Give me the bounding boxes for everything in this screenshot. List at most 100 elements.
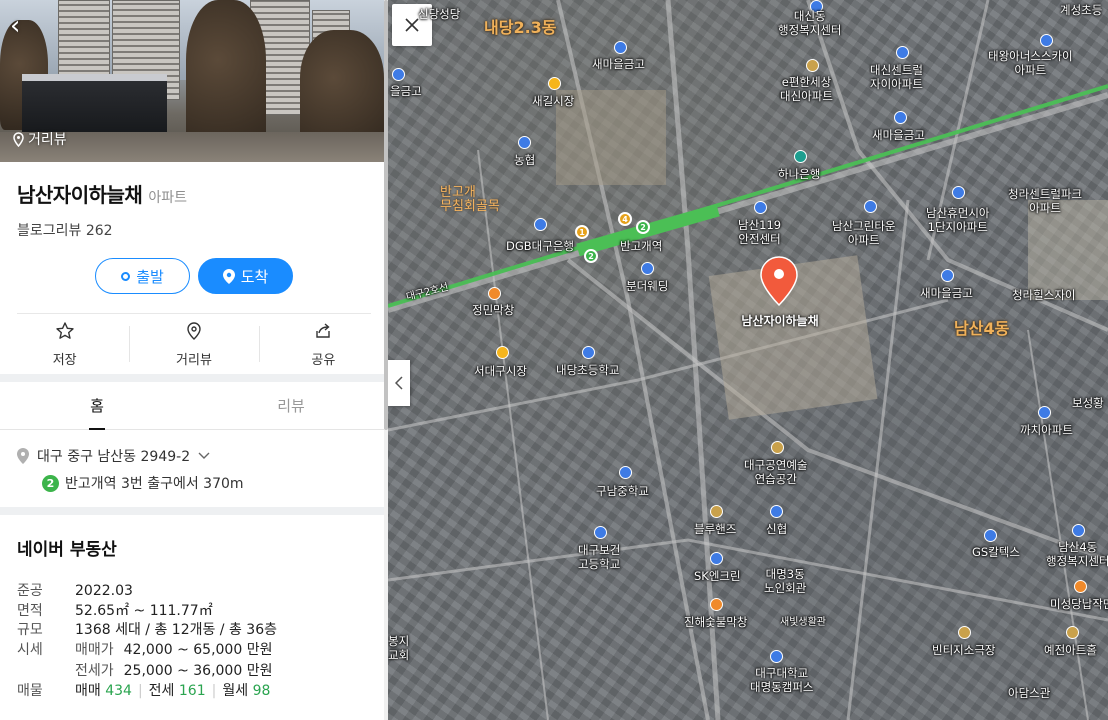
building-entrance (22, 74, 167, 136)
poi-icon (1066, 626, 1079, 639)
poi-icon (770, 505, 783, 518)
subway-row: 2 반고개역 3번 출구에서 370m (42, 473, 371, 493)
station-marker[interactable]: 2 (584, 249, 598, 263)
map-label[interactable]: 새마을금고 (872, 128, 925, 142)
map-label[interactable]: 대명3동 노인회관 (764, 567, 806, 595)
route-start-button[interactable]: 출발 (95, 258, 190, 294)
scale-label: 규모 (17, 622, 43, 638)
place-detail-panel: ‹ 거리뷰 남산자이하늘채 아파트 블로그리뷰 262 출발 도착 저장 거리뷰… (0, 0, 388, 720)
share-button[interactable]: 공유 (258, 314, 388, 374)
map-label[interactable]: 신협 (766, 522, 787, 536)
map-label[interactable]: 대신동 행정복지센터 (778, 9, 841, 37)
collapse-panel-button[interactable] (388, 360, 410, 406)
chevron-down-icon (198, 452, 210, 459)
map-label[interactable]: e편한세상 대신아파트 (780, 75, 833, 103)
real-estate-title[interactable]: 네이버 부동산 (17, 535, 371, 560)
selected-place-label[interactable]: 남산자이하늘채 (732, 312, 828, 329)
poi-icon (864, 200, 877, 213)
map-label[interactable]: 농협 (514, 153, 535, 167)
listing-jeonse-label: 전세 (148, 682, 175, 699)
station-marker[interactable]: 4 (618, 212, 632, 226)
map-label[interactable]: 계성초등 (1060, 3, 1102, 17)
poi-icon (392, 68, 405, 81)
action-bar: 저장 거리뷰 공유 (0, 314, 388, 374)
map-label[interactable]: 구남중학교 (596, 484, 649, 498)
area-label: 면적 (17, 602, 43, 619)
map-label[interactable]: 서대구시장 (474, 364, 527, 378)
station-marker[interactable]: 2 (636, 220, 650, 234)
map-label[interactable]: 빈티지소극장 (932, 643, 995, 657)
sale-price-label: 매매가 (75, 641, 114, 658)
place-category: 아파트 (148, 190, 187, 206)
map-label[interactable]: 청라센트럴파크 아파트 (1008, 187, 1082, 215)
map-label[interactable]: 대구공연예술 연습공간 (744, 458, 807, 486)
map-label[interactable]: 새마을금고 (920, 286, 973, 300)
poi-icon (1074, 580, 1087, 593)
real-estate-section: 네이버 부동산 준공 2022.03 면적 52.65㎡ ~ 111.77㎡ 규모 1… (0, 515, 388, 701)
map-label[interactable]: 새길시장 (532, 94, 574, 108)
map-label[interactable]: 예전아트홀 (1044, 643, 1097, 657)
place-photo[interactable]: ‹ 거리뷰 (0, 0, 384, 162)
map-label[interactable]: 정민막창 (472, 303, 514, 317)
street-view-badge[interactable]: 거리뷰 (12, 129, 67, 149)
poi-icon (806, 59, 819, 72)
area-value: 52.65㎡ ~ 111.77㎡ (75, 602, 213, 619)
map-label[interactable]: 대신센트럴 자이아파트 (870, 63, 923, 91)
poi-icon (1040, 34, 1053, 47)
poi-icon (548, 77, 561, 90)
built-label: 준공 (17, 583, 43, 599)
map-label[interactable]: 남산4동 행정복지센터 (1046, 540, 1108, 568)
save-button[interactable]: 저장 (0, 314, 129, 374)
poi-icon (518, 136, 531, 149)
map-label[interactable]: 진해숯불막창 (684, 615, 747, 629)
map-label[interactable]: 대구보건 고등학교 (578, 543, 620, 571)
map-label[interactable]: 남산그린타운 아파트 (832, 219, 895, 247)
blog-review-count[interactable]: 블로그리뷰 262 (17, 220, 371, 240)
market-label: 반고개 무침회골목 (440, 185, 500, 214)
address-row[interactable]: 대구 중구 남산동 2949-2 (17, 446, 371, 466)
satellite-map[interactable]: 내당2.3동 남산4동 반고개 무침회골목 대구2호선 1 4 2 2 계성초등… (388, 0, 1108, 720)
map-label[interactable]: 태왕아너스스카이 아파트 (988, 49, 1073, 77)
map-label[interactable]: 분더웨딩 (626, 279, 668, 293)
map-label[interactable]: 신당성당 (418, 7, 460, 21)
listing-label: 매물 (17, 682, 43, 699)
listing-counts[interactable]: 매매 434 | 전세 161 | 월세 98 (75, 682, 270, 702)
map-label[interactable]: 보성황 (1072, 396, 1104, 410)
map-label[interactable]: 을금고 (390, 84, 422, 98)
map-label[interactable]: 아담스관 (1008, 686, 1050, 700)
poi-icon (619, 466, 632, 479)
map-label[interactable]: 대구대학교 대명동캠퍼스 (750, 666, 813, 694)
sale-price-value: 42,000 ~ 65,000 만원 (123, 641, 273, 658)
subway-line-badge: 2 (42, 474, 59, 492)
map-label[interactable]: 하나은행 (778, 167, 820, 181)
route-destination-button[interactable]: 도착 (198, 258, 293, 294)
map-label[interactable]: GS칼텍스 (972, 545, 1020, 559)
map-label[interactable]: 내당초등학교 (556, 363, 619, 377)
street-view-button[interactable]: 거리뷰 (129, 314, 258, 374)
map-label[interactable]: 새마을금고 (592, 57, 645, 71)
map-label[interactable]: 미성당납작만 (1050, 597, 1108, 611)
listing-monthly-label: 월세 (222, 682, 249, 699)
map-label[interactable]: 남산휴먼시아 1단지아파트 (926, 206, 989, 234)
location-pin-icon (222, 268, 235, 284)
tab-review[interactable]: 리뷰 (194, 382, 388, 429)
map-label[interactable]: 청라힐스자이 (1012, 288, 1075, 302)
tab-home[interactable]: 홈 (0, 382, 194, 430)
subway-info: 반고개역 3번 출구에서 370m (65, 476, 244, 492)
station-marker[interactable]: 1 (575, 225, 589, 239)
map-label[interactable]: SK엔크린 (694, 569, 741, 583)
map-label[interactable]: DGB대구은행 (506, 239, 574, 253)
map-label[interactable]: 블루핸즈 (694, 522, 736, 536)
map-label[interactable]: 봉지 교회 (388, 634, 409, 662)
poi-icon (710, 598, 723, 611)
poi-icon (1038, 406, 1051, 419)
map-label[interactable]: 까치아파트 (1020, 423, 1073, 437)
poi-icon (894, 111, 907, 124)
route-destination-label: 도착 (240, 267, 269, 286)
selected-place-marker-icon[interactable] (760, 256, 798, 306)
map-label[interactable]: 남산119 안전센터 (738, 218, 781, 246)
back-button[interactable]: ‹ (10, 12, 32, 40)
map-label[interactable]: 새빛생활관 (780, 616, 826, 630)
price-label: 시세 (17, 641, 43, 658)
map-label[interactable]: 반고개역 (620, 239, 662, 253)
